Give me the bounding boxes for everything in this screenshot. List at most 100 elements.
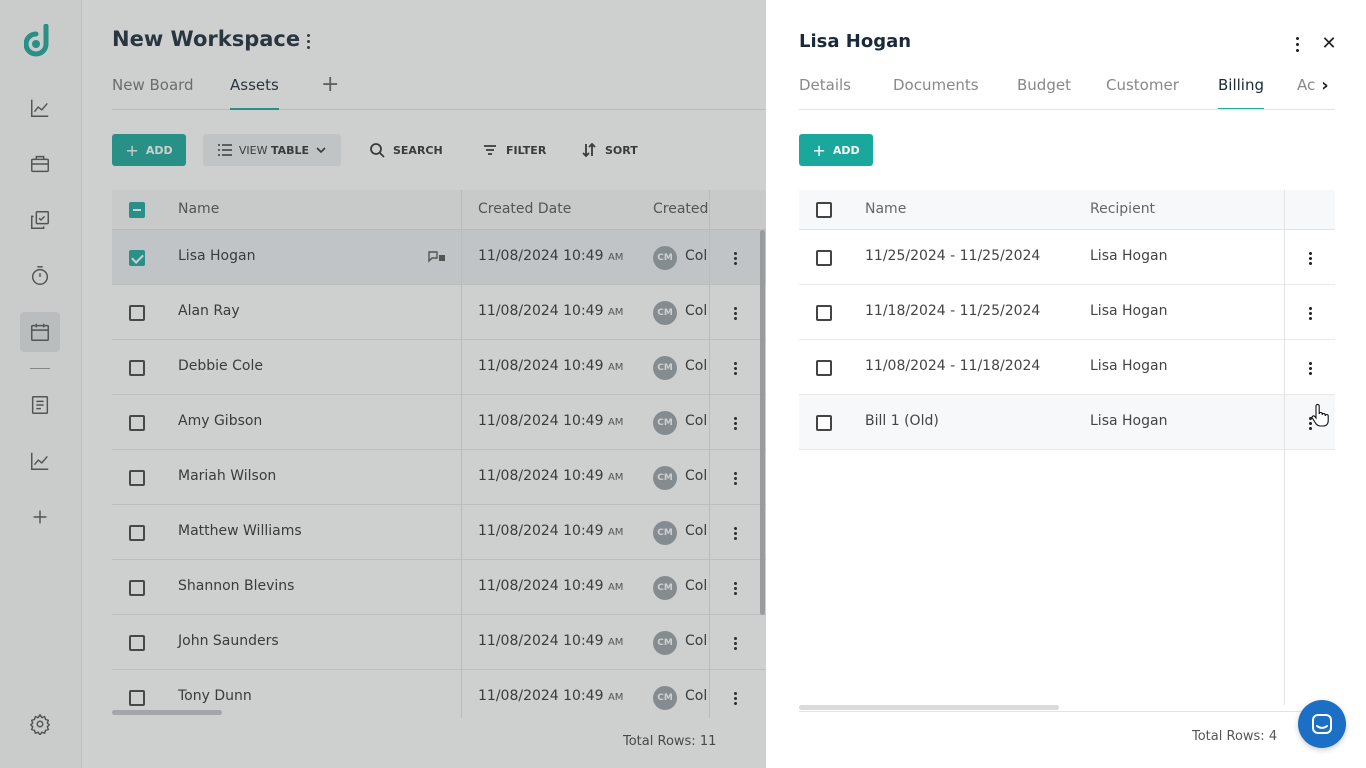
workspace-menu-icon[interactable]: [302, 30, 314, 52]
plus-icon: +: [812, 140, 826, 160]
avatar: CM: [653, 576, 677, 600]
horizontal-scrollbar[interactable]: [799, 705, 1059, 710]
row-checkbox[interactable]: [129, 690, 145, 706]
horizontal-scrollbar[interactable]: [112, 710, 222, 715]
tab-assets[interactable]: Assets: [230, 76, 279, 110]
row-checkbox[interactable]: [129, 470, 145, 486]
table-row[interactable]: Mariah Wilson 11/08/2024 10:49 AM CM Col: [112, 450, 766, 505]
document-icon[interactable]: [20, 385, 60, 425]
row-checkbox[interactable]: [129, 525, 145, 541]
analytics-icon[interactable]: [20, 88, 60, 128]
close-icon[interactable]: ✕: [1320, 34, 1338, 54]
billing-add-button[interactable]: + ADD: [799, 134, 873, 166]
table-row[interactable]: 11/25/2024 - 11/25/2024 Lisa Hogan: [799, 230, 1335, 285]
column-divider: [1284, 190, 1285, 705]
row-menu-icon[interactable]: [1305, 304, 1315, 322]
select-all-checkbox[interactable]: [816, 202, 832, 218]
row-checkbox[interactable]: [816, 250, 832, 266]
tab-documents[interactable]: Documents: [893, 76, 979, 94]
row-date: 11/08/2024 10:49 AM: [478, 303, 624, 319]
billing-table: Name Recipient 11/25/2024 - 11/25/2024 L…: [799, 190, 1335, 705]
row-checkbox[interactable]: [129, 250, 145, 266]
row-menu-icon[interactable]: [730, 359, 740, 377]
row-checkbox[interactable]: [129, 360, 145, 376]
tab-billing[interactable]: Billing: [1218, 76, 1264, 109]
row-name: Tony Dunn: [178, 688, 252, 704]
table-row[interactable]: Bill 1 (Old) Lisa Hogan: [799, 395, 1335, 450]
chat-launcher-button[interactable]: [1298, 700, 1346, 748]
table-row[interactable]: Amy Gibson 11/08/2024 10:49 AM CM Col: [112, 395, 766, 450]
settings-icon[interactable]: [20, 704, 60, 744]
avatar: CM: [653, 466, 677, 490]
row-menu-icon[interactable]: [730, 579, 740, 597]
row-menu-icon[interactable]: [730, 689, 740, 707]
row-menu-icon[interactable]: [730, 304, 740, 322]
column-created-by[interactable]: Created: [653, 201, 708, 217]
row-checkbox[interactable]: [129, 305, 145, 321]
row-menu-icon[interactable]: [1305, 359, 1315, 377]
row-menu-icon[interactable]: [730, 524, 740, 542]
copy-check-icon[interactable]: [20, 200, 60, 240]
row-menu-icon[interactable]: [1305, 249, 1315, 267]
avatar: CM: [653, 686, 677, 710]
table-row[interactable]: Shannon Blevins 11/08/2024 10:49 AM CM C…: [112, 560, 766, 615]
row-menu-icon[interactable]: [730, 249, 740, 267]
column-name[interactable]: Name: [178, 201, 219, 217]
row-name: Matthew Williams: [178, 523, 302, 539]
row-created-by: Col: [685, 523, 708, 539]
row-checkbox[interactable]: [129, 415, 145, 431]
table-row[interactable]: Matthew Williams 11/08/2024 10:49 AM CM …: [112, 505, 766, 560]
chart-icon[interactable]: [20, 441, 60, 481]
calendar-icon[interactable]: [20, 312, 60, 352]
row-menu-icon[interactable]: [730, 634, 740, 652]
tab-customer[interactable]: Customer: [1106, 76, 1179, 94]
row-name: John Saunders: [178, 633, 279, 649]
workspace-title: New Workspace: [112, 27, 301, 51]
vertical-scrollbar[interactable]: [760, 230, 765, 615]
tab-activity[interactable]: Ac: [1297, 76, 1315, 94]
panel-menu-icon[interactable]: [1291, 34, 1303, 54]
app-logo[interactable]: [24, 24, 56, 58]
sidebar: [0, 0, 82, 768]
tab-budget[interactable]: Budget: [1017, 76, 1071, 94]
comment-icon[interactable]: [427, 249, 447, 265]
row-checkbox[interactable]: [129, 580, 145, 596]
search-button[interactable]: SEARCH: [369, 134, 443, 166]
tab-new-board[interactable]: New Board: [112, 76, 194, 94]
plus-icon[interactable]: [20, 497, 60, 537]
avatar: CM: [653, 411, 677, 435]
row-checkbox[interactable]: [129, 635, 145, 651]
row-checkbox[interactable]: [816, 305, 832, 321]
view-table-button[interactable]: VIEW TABLE: [203, 134, 341, 166]
table-row[interactable]: 11/18/2024 - 11/25/2024 Lisa Hogan: [799, 285, 1335, 340]
table-header: Name Created Date Created: [112, 190, 766, 230]
row-name: Alan Ray: [178, 303, 240, 319]
table-row[interactable]: Debbie Cole 11/08/2024 10:49 AM CM Col: [112, 340, 766, 395]
stopwatch-icon[interactable]: [20, 256, 60, 296]
sort-button[interactable]: SORT: [581, 134, 638, 166]
tab-details[interactable]: Details: [799, 76, 851, 94]
table-row[interactable]: Lisa Hogan 11/08/2024 10:49 AM CM Col: [112, 230, 766, 285]
row-created-by: Col: [685, 633, 708, 649]
total-rows: Total Rows: 11: [623, 734, 717, 749]
row-name: 11/25/2024 - 11/25/2024: [865, 248, 1041, 264]
row-checkbox[interactable]: [816, 415, 832, 431]
add-button[interactable]: + ADD: [112, 134, 186, 166]
select-all-checkbox[interactable]: [129, 202, 145, 218]
column-name[interactable]: Name: [865, 201, 906, 217]
row-menu-icon[interactable]: [730, 469, 740, 487]
briefcase-icon[interactable]: [20, 144, 60, 184]
table-row[interactable]: 11/08/2024 - 11/18/2024 Lisa Hogan: [799, 340, 1335, 395]
row-menu-icon[interactable]: [730, 414, 740, 432]
row-checkbox[interactable]: [816, 360, 832, 376]
filter-button[interactable]: FILTER: [482, 134, 546, 166]
row-created-by: Col: [685, 578, 708, 594]
column-recipient[interactable]: Recipient: [1090, 201, 1155, 217]
search-label: SEARCH: [393, 143, 443, 157]
chevron-right-icon[interactable]: ›: [1315, 74, 1335, 98]
table-row[interactable]: John Saunders 11/08/2024 10:49 AM CM Col: [112, 615, 766, 670]
table-row[interactable]: Alan Ray 11/08/2024 10:49 AM CM Col: [112, 285, 766, 340]
row-name: Mariah Wilson: [178, 468, 277, 484]
add-tab-icon[interactable]: +: [321, 72, 339, 97]
column-created-date[interactable]: Created Date: [478, 201, 571, 217]
